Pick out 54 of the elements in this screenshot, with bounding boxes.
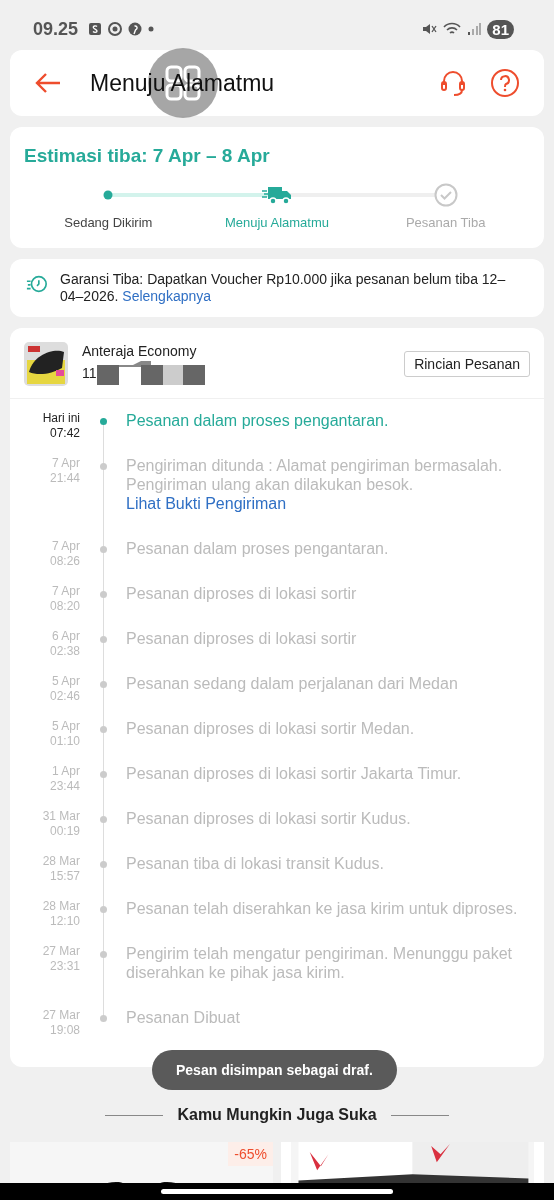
- event-date: 27 Mar 23:31: [41, 944, 80, 974]
- headset-icon[interactable]: [438, 68, 468, 98]
- status-time: 09.25: [33, 18, 79, 40]
- event-text: Pesanan telah diserahkan ke jasa kirim untuk diproses.: [126, 899, 519, 918]
- event-text: Pesanan diproses di lokasi sortir Jakarta Timur.: [126, 764, 463, 783]
- signal-icon: [467, 22, 482, 36]
- estimate-title: Estimasi tiba: 7 Apr – 8 Apr: [24, 145, 271, 167]
- courier-name: Anteraja Economy: [82, 343, 198, 359]
- event-text: Pesanan dalam proses pengantaran.: [126, 411, 390, 430]
- event-date: 7 Apr 21:44: [48, 456, 80, 486]
- browser-notification-icon: [108, 22, 123, 36]
- event-date: 7 Apr 08:26: [48, 539, 80, 569]
- event-text: Pesanan diproses di lokasi sortir: [126, 584, 358, 603]
- event-date: 28 Mar 15:57: [41, 854, 80, 884]
- event-text: Pesanan tiba di lokasi transit Kudus.: [126, 854, 385, 873]
- dot-icon: [148, 26, 155, 32]
- back-arrow-icon[interactable]: [34, 71, 62, 95]
- draft-toast: Pesan disimpan sebagai draf.: [152, 1050, 397, 1090]
- step-label: Sedang Dikirim: [64, 215, 153, 230]
- step-label: Pesanan Tiba: [405, 215, 486, 230]
- event-date: 5 Apr 02:46: [48, 674, 80, 704]
- discount-badge: -65%: [228, 1142, 273, 1166]
- event-text: Pesanan diproses di lokasi sortir Medan.: [126, 719, 416, 738]
- guarantee-text: Garansi Tiba: Dapatkan Voucher Rp10.000 jika pesanan belum tiba 12–04–2026. Selengkapnya: [60, 271, 507, 305]
- event-text: Pesanan diproses di lokasi sortir Kudus.: [126, 809, 412, 828]
- event-date: 28 Mar 12:10: [41, 899, 80, 929]
- tracking-number: 11: [82, 365, 97, 381]
- product-card[interactable]: -65%: [10, 1142, 273, 1183]
- mute-icon: [421, 21, 438, 37]
- event-text: Pesanan dalam proses pengantaran.: [126, 539, 390, 558]
- step-label: Menuju Alamatmu: [224, 215, 329, 230]
- page-title: Menuju Alamatmu: [90, 69, 275, 97]
- battery-level: 81: [487, 19, 514, 39]
- event-date: 7 Apr 08:20: [48, 584, 80, 614]
- help-icon[interactable]: [490, 68, 520, 98]
- details-link[interactable]: Selengkapnya: [122, 288, 212, 304]
- wifi-icon: [443, 22, 462, 36]
- event-text: Pesanan diproses di lokasi sortir: [126, 629, 358, 648]
- pin-notification-icon: [128, 22, 143, 36]
- event-text: Pengiriman ditunda : Alamat pengiriman bermasalah. Pengiriman ulang akan dilakukan besok.: [126, 456, 504, 494]
- event-date: 31 Mar 00:19: [41, 809, 80, 839]
- event-date: 1 Apr 23:44: [48, 764, 80, 794]
- app-notification-icon: [88, 22, 103, 36]
- order-details-button[interactable]: Rincian Pesanan: [404, 351, 530, 377]
- event-date: 5 Apr 01:10: [48, 719, 80, 749]
- proof-link[interactable]: Lihat Bukti Pengiriman: [126, 494, 530, 513]
- event-text: Pengirim telah mengatur pengiriman. Menunggu paket diserahkan ke pihak jasa kirim.: [126, 944, 513, 982]
- event-date: Hari ini 07:42: [41, 411, 80, 441]
- fast-clock-icon: [26, 273, 48, 295]
- section-title: Kamu Mungkin Juga Suka: [177, 1106, 377, 1124]
- event-text: Pesanan Dibuat: [126, 1008, 241, 1027]
- event-date: 27 Mar 19:08: [41, 1008, 80, 1038]
- event-date: 6 Apr 02:38: [48, 629, 80, 659]
- event-text: Pesanan sedang dalam perjalanan dari Medan: [126, 674, 459, 693]
